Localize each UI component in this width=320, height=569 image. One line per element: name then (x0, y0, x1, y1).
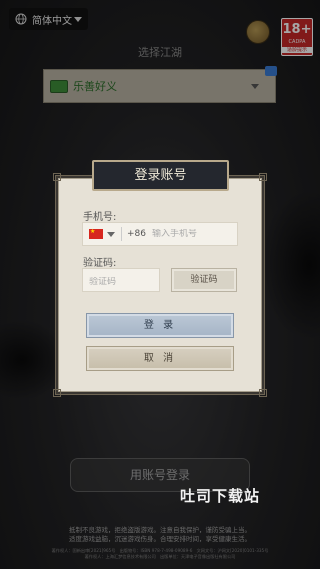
verification-code-input[interactable] (89, 277, 155, 287)
country-code: +86 (127, 229, 146, 239)
frame-corner-ornament (259, 173, 267, 181)
frame-corner-ornament (53, 389, 61, 397)
divider (121, 227, 122, 241)
registration-line: 著作权人：上海汇梦信息技术有限公司 出版单位：天津电子音像出版社有限公司 (84, 554, 236, 559)
chevron-down-icon[interactable] (107, 231, 115, 237)
health-notice: 抵制不良游戏，拒绝盗版游戏。注意自我保护，谨防受骗上当。 适度游戏益脑，沉迷游戏… (0, 526, 320, 544)
login-button[interactable]: 登 录 (86, 313, 234, 338)
phone-label: 手机号: (83, 212, 117, 223)
phone-field[interactable]: ★ +86 (82, 222, 238, 246)
get-code-button[interactable]: 验证码 (171, 268, 237, 292)
watermark: 吐司下载站 (180, 487, 261, 505)
cancel-button[interactable]: 取 消 (86, 346, 234, 371)
code-field[interactable] (82, 268, 160, 292)
phone-input[interactable] (152, 229, 232, 239)
registration-info: 著作权人：国新出审[2021]965号 出版物号：ISBN 978-7-498-… (0, 548, 320, 560)
code-label: 验证码: (83, 258, 117, 269)
dialog-title: 登录账号 (92, 160, 229, 191)
china-flag-icon[interactable]: ★ (89, 228, 103, 239)
frame-corner-ornament (259, 389, 267, 397)
health-notice-line: 适度游戏益脑，沉迷游戏伤身。合理安排时间，享受健康生活。 (69, 535, 251, 543)
health-notice-line: 抵制不良游戏，拒绝盗版游戏。注意自我保护，谨防受骗上当。 (69, 526, 251, 534)
frame-corner-ornament (53, 173, 61, 181)
